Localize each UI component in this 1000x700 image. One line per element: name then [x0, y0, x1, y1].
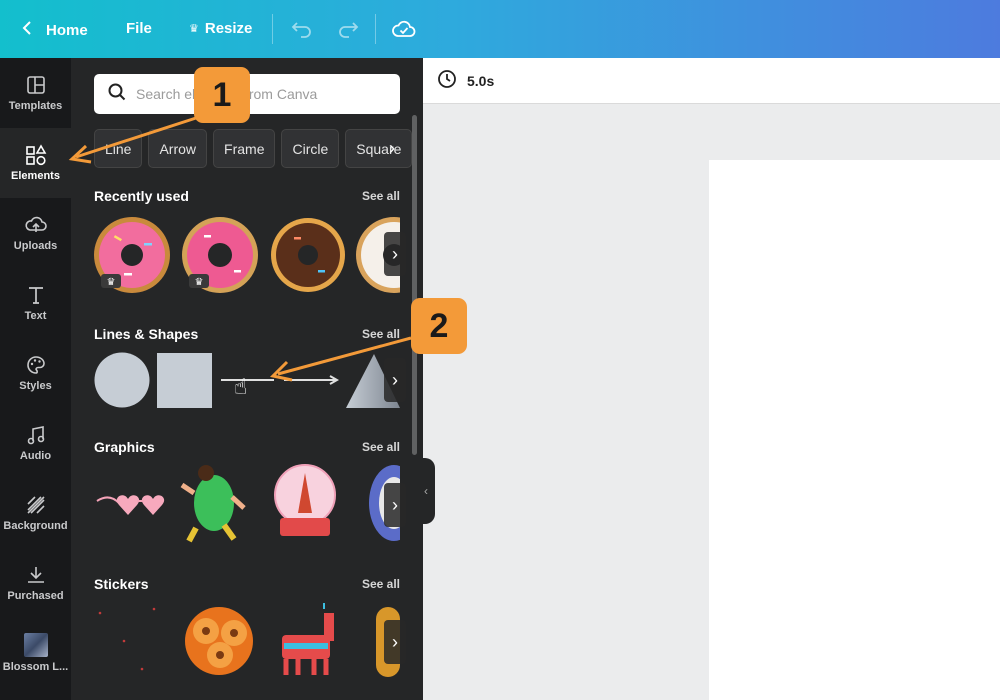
rail-item-text[interactable]: Text [0, 268, 71, 338]
see-all-lines-shapes[interactable]: See all [362, 327, 400, 341]
rail-label: Background [3, 520, 68, 532]
crown-icon: ♛ [107, 277, 116, 288]
heart-sunglasses-graphic[interactable] [96, 495, 165, 515]
palette-icon [26, 356, 45, 374]
section-title-lines-shapes: Lines & Shapes [94, 326, 199, 342]
redo-icon[interactable] [337, 19, 359, 44]
rail-item-uploads[interactable]: Uploads [0, 198, 71, 268]
rail-label: Purchased [7, 590, 64, 602]
dots-sticker[interactable] [98, 607, 156, 671]
section-title-recently-used: Recently used [94, 188, 189, 204]
home-label: Home [46, 21, 88, 39]
divider [375, 14, 376, 44]
scroll-right-button[interactable]: › [384, 358, 406, 402]
rail-label: Blossom L... [2, 661, 69, 673]
hand-cursor-icon: ☝ [234, 374, 248, 399]
search-input[interactable] [136, 86, 386, 102]
dancing-person-graphic[interactable] [180, 465, 246, 543]
music-note-icon [27, 426, 44, 445]
top-bar: Home File ♛ Resize [0, 0, 1000, 58]
section-title-graphics: Graphics [94, 439, 155, 455]
divider [272, 14, 273, 44]
collapse-panel-button[interactable]: ‹ [417, 458, 435, 524]
undo-icon[interactable] [291, 19, 313, 44]
crown-icon: ♛ [189, 23, 199, 35]
text-icon [28, 287, 43, 304]
chip-frame[interactable]: Frame [213, 129, 276, 168]
download-icon [27, 567, 44, 583]
recently-used-row: ♛ ♛ [94, 215, 400, 295]
chevron-left-icon [22, 20, 32, 40]
templates-icon [26, 76, 45, 94]
rail-item-background[interactable]: Background [0, 478, 71, 548]
panel-scrollbar[interactable] [412, 115, 417, 455]
clock-icon[interactable] [437, 69, 457, 92]
home-button[interactable]: Home [22, 20, 88, 40]
chip-arrow[interactable]: Arrow [148, 129, 208, 168]
left-rail: Templates Elements Uploads Text Styles A… [0, 58, 71, 700]
arrow-line-shape[interactable] [284, 375, 340, 385]
search-icon [108, 83, 126, 106]
orange-flowers-sticker[interactable] [185, 607, 253, 675]
chip-circle[interactable]: Circle [281, 129, 340, 168]
rail-label: Styles [19, 380, 52, 392]
see-all-recently-used[interactable]: See all [362, 189, 400, 203]
annotation-badge-1: 1 [194, 67, 250, 123]
rail-label: Elements [11, 170, 60, 182]
see-all-graphics[interactable]: See all [362, 440, 400, 454]
scroll-right-button[interactable]: › [384, 232, 406, 276]
scroll-right-button[interactable]: › [384, 620, 406, 664]
square-shape[interactable] [157, 353, 212, 408]
rail-item-purchased[interactable]: Purchased [0, 548, 71, 618]
resize-button[interactable]: ♛ Resize [189, 20, 252, 37]
rail-item-audio[interactable]: Audio [0, 408, 71, 478]
rail-item-blossom[interactable]: Blossom L... [0, 618, 71, 688]
chevron-right-icon[interactable]: › [389, 138, 395, 159]
rail-item-styles[interactable]: Styles [0, 338, 71, 408]
file-label: File [126, 20, 152, 37]
elements-panel: Line Arrow Frame Circle Square › Recentl… [71, 58, 423, 700]
canvas-toolbar: 5.0s [423, 58, 1000, 104]
cloud-saved-icon[interactable] [392, 18, 416, 45]
rail-item-templates[interactable]: Templates [0, 58, 71, 128]
chip-square[interactable]: Square [345, 129, 413, 168]
background-pattern-icon [26, 496, 45, 514]
file-menu[interactable]: File [126, 20, 152, 37]
graphics-row [94, 463, 400, 543]
upload-cloud-icon [24, 216, 47, 232]
section-title-stickers: Stickers [94, 576, 149, 592]
rail-label: Uploads [13, 240, 58, 252]
crown-icon: ♛ [195, 277, 204, 288]
elements-icon [25, 144, 46, 166]
donut-chocolate[interactable] [271, 218, 345, 292]
circle-shape[interactable] [94, 352, 150, 408]
folder-thumbnail [23, 633, 48, 657]
filter-chips: Line Arrow Frame Circle Square [94, 129, 413, 168]
stickers-row [94, 603, 400, 678]
rail-label: Audio [19, 450, 52, 462]
see-all-stickers[interactable]: See all [362, 577, 400, 591]
rail-label: Templates [8, 100, 63, 112]
annotation-badge-2: 2 [411, 298, 467, 354]
resize-label: Resize [204, 20, 253, 37]
chip-line[interactable]: Line [94, 129, 143, 168]
llama-pinata-sticker[interactable] [282, 603, 334, 675]
rail-item-elements[interactable]: Elements [0, 128, 71, 198]
design-page[interactable] [709, 160, 1000, 700]
scroll-right-button[interactable]: › [384, 483, 406, 527]
rail-label: Text [24, 310, 47, 322]
duration-label[interactable]: 5.0s [467, 73, 494, 89]
eiffel-snow-globe-graphic[interactable] [274, 464, 336, 536]
